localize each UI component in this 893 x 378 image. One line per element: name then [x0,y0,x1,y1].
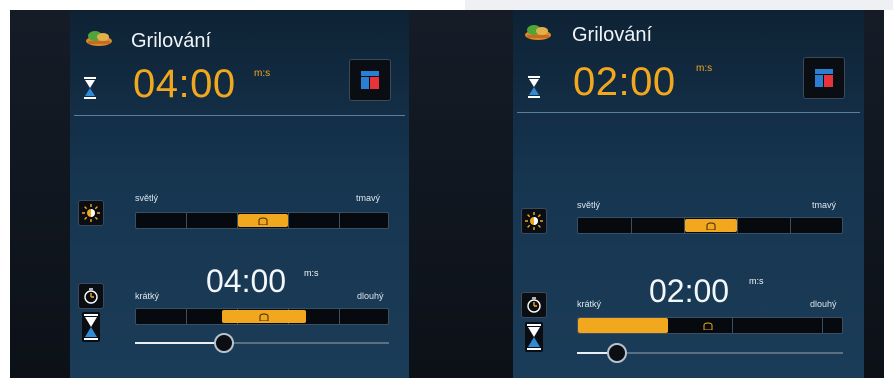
oven-panel-right: Grilování 02:00 m:s světlý tmavý krátký … [513,10,864,378]
grilled-food-icon [86,31,112,46]
oven-panel-left: Grilování 04:00 m:s světlý tmavý krátký … [70,10,409,378]
browning-level-marker[interactable] [685,219,737,232]
browning-button[interactable] [78,200,104,226]
duration-slider-track[interactable] [135,342,389,344]
timer-icon [84,288,98,304]
right-backdrop [864,10,884,378]
duration-hourglass-icon [525,322,543,352]
duration-short-label: krátký [577,299,602,309]
toast-icon [703,322,713,330]
time-unit: m:s [254,68,271,79]
duration-time-unit: m:s [304,268,319,278]
duration-long-label: dlouhý [810,299,837,309]
duration-time: 02:00 [649,273,730,309]
time-unit: m:s [696,63,713,74]
duration-slider-fill [135,342,224,344]
left-backdrop [10,10,70,378]
toast-icon [259,313,269,321]
remaining-time: 04:00 [133,62,236,106]
program-switch-icon [361,71,379,89]
duration-level-fill [578,318,668,333]
toast-icon [706,222,716,230]
duration-selector[interactable] [135,308,389,325]
program-switch-icon [815,69,833,87]
remaining-time: 02:00 [573,60,676,104]
browning-selector[interactable] [135,212,389,229]
duration-slider-knob[interactable] [214,333,234,353]
hourglass-icon [84,77,96,99]
hourglass-icon [528,76,540,98]
duration-short-label: krátký [135,291,160,301]
timer-button[interactable] [78,283,104,309]
browning-dark-label: tmavý [812,200,837,210]
browning-light-label: světlý [135,193,159,203]
duration-hourglass-icon [82,312,100,342]
screenshot-root: { "panels": [ { "title": "Grilování", "t… [0,0,893,378]
browning-light-label: světlý [577,200,601,210]
program-title: Grilování [131,30,212,52]
middle-backdrop [409,10,513,378]
browning-selector[interactable] [577,217,843,234]
toast-icon [258,217,268,225]
header-divider [74,115,405,116]
program-switch-button[interactable] [349,59,391,101]
timer-button[interactable] [521,292,547,318]
duration-selector[interactable] [577,317,843,334]
header-divider [517,112,860,113]
browning-dark-label: tmavý [356,193,381,203]
timer-icon [527,297,541,313]
duration-long-label: dlouhý [357,291,384,301]
program-title: Grilování [572,24,653,46]
browning-level-marker[interactable] [238,214,288,227]
browning-sun-icon [525,212,543,230]
duration-time: 04:00 [206,263,287,299]
duration-time-unit: m:s [749,276,764,286]
browning-sun-icon [82,204,100,222]
grilled-food-icon [525,25,551,40]
right-top-margin [465,0,893,10]
browning-button[interactable] [521,208,547,234]
duration-level-marker[interactable] [222,310,306,323]
program-switch-button[interactable] [803,57,845,99]
duration-slider-knob[interactable] [607,343,627,363]
